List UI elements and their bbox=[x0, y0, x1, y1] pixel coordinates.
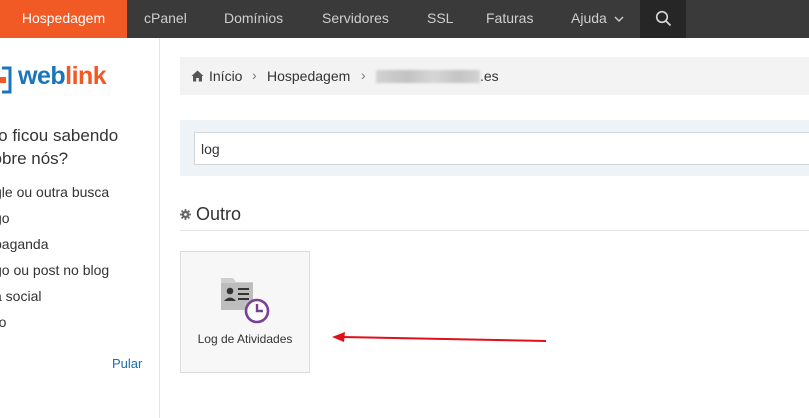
activity-log-icon bbox=[221, 278, 270, 324]
nav-item-faturas[interactable]: Faturas bbox=[486, 0, 533, 38]
nav-item-label: Faturas bbox=[486, 10, 534, 26]
nav-item-cpanel[interactable]: cPanel bbox=[144, 0, 187, 38]
nav-item-label: SSL bbox=[427, 10, 454, 26]
weblink-logo-icon bbox=[0, 66, 12, 94]
tool-search-input[interactable] bbox=[194, 132, 809, 165]
skip-link[interactable]: Pular bbox=[112, 356, 142, 371]
tile-label: Log de Atividades bbox=[197, 332, 293, 346]
breadcrumb-section[interactable]: Hospedagem bbox=[267, 68, 350, 84]
gear-icon bbox=[180, 209, 191, 220]
home-icon bbox=[191, 70, 204, 82]
nav-item-label: Servidores bbox=[322, 10, 389, 26]
nav-item-hospedagem[interactable]: Hospedagem bbox=[0, 0, 127, 45]
breadcrumb-home[interactable]: Início bbox=[209, 68, 242, 84]
nav-item-label: Ajuda bbox=[571, 10, 607, 26]
weblink-logo: weblink bbox=[18, 62, 107, 91]
survey-option[interactable]: a social bbox=[0, 288, 41, 304]
nav-item-label: Hospedagem bbox=[21, 10, 106, 26]
breadcrumb-domain-suffix: .es bbox=[480, 68, 499, 84]
nav-item-ssl[interactable]: SSL bbox=[427, 0, 453, 38]
breadcrumb-separator: › bbox=[252, 67, 257, 83]
activity-log-tile[interactable]: Log de Atividades bbox=[180, 251, 310, 373]
breadcrumb: Início › Hospedagem › .es bbox=[180, 57, 809, 95]
sidebar: weblink mo ficou sabendo sobre nós? gle … bbox=[0, 38, 160, 418]
section-title: Outro bbox=[196, 204, 242, 224]
survey-question: mo ficou sabendo sobre nós? bbox=[0, 126, 119, 168]
survey-option[interactable]: gle ou outra busca bbox=[0, 184, 109, 200]
search-icon bbox=[655, 10, 672, 27]
nav-item-ajuda[interactable]: Ajuda bbox=[571, 0, 624, 38]
annotation-arrow bbox=[332, 332, 547, 342]
logo-text-link: link bbox=[65, 62, 107, 90]
nav-item-label: cPanel bbox=[144, 10, 187, 26]
search-button[interactable] bbox=[640, 0, 686, 38]
survey-option[interactable]: ro bbox=[0, 314, 6, 330]
survey-option[interactable]: go ou post no blog bbox=[0, 262, 109, 278]
chevron-down-icon bbox=[614, 16, 624, 22]
survey-option[interactable]: paganda bbox=[0, 236, 49, 252]
nav-item-dominios[interactable]: Domínios bbox=[224, 0, 283, 38]
nav-item-servidores[interactable]: Servidores bbox=[322, 0, 389, 38]
top-nav: Hospedagem cPanel Domínios Servidores SS… bbox=[0, 0, 809, 45]
section-divider bbox=[180, 230, 809, 231]
survey-option[interactable]: go bbox=[0, 210, 10, 226]
nav-item-label: Domínios bbox=[224, 10, 284, 26]
logo-text-web: web bbox=[18, 62, 66, 90]
redacted-domain bbox=[376, 70, 480, 83]
breadcrumb-separator: › bbox=[361, 67, 366, 83]
